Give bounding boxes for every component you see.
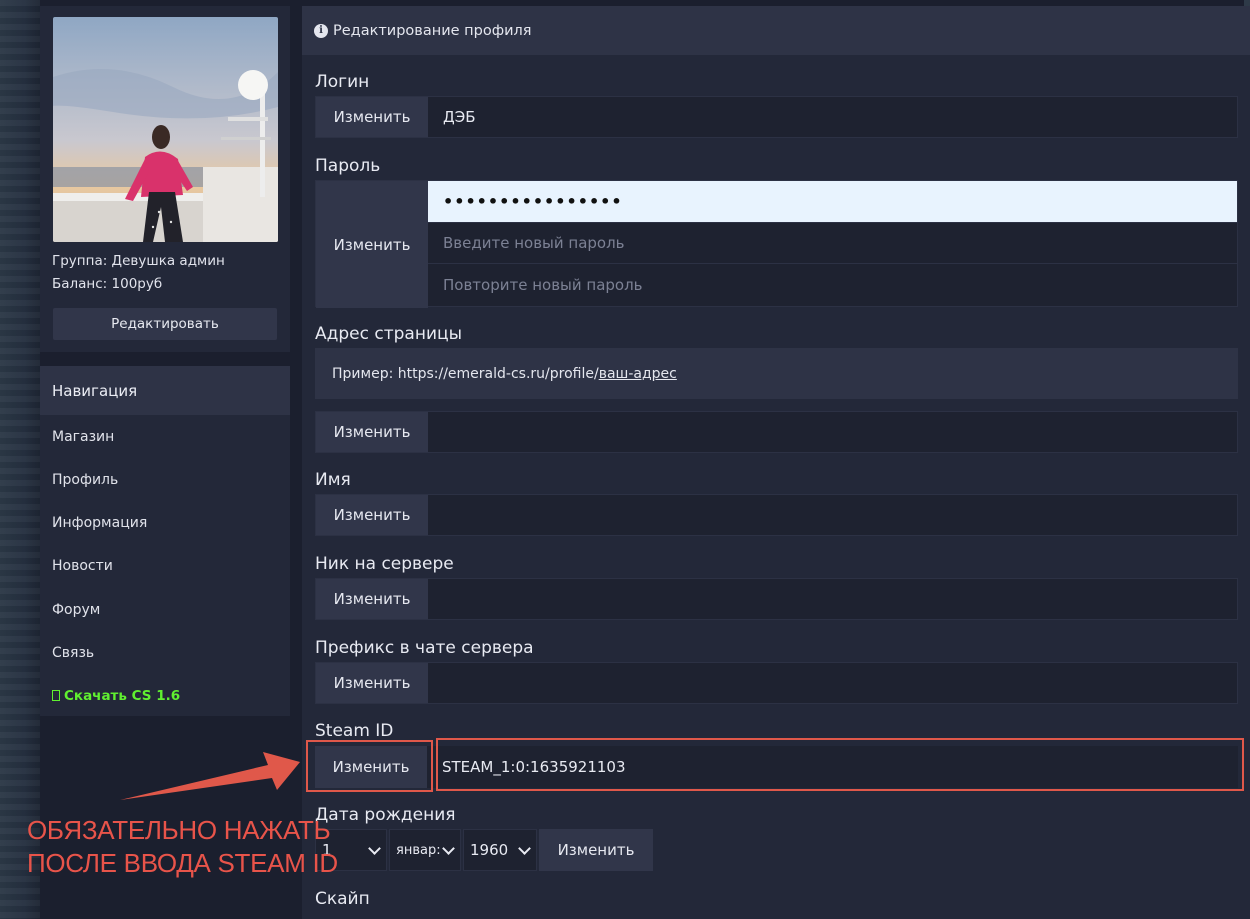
annotation-line-1: ОБЯЗАТЕЛЬНО НАЖАТЬ [27, 815, 331, 845]
arrow-shape [120, 752, 300, 800]
annotation-arrow [120, 752, 300, 800]
annotation-line-2: ПОСЛЕ ВВОДА STEAM ID [27, 848, 338, 878]
